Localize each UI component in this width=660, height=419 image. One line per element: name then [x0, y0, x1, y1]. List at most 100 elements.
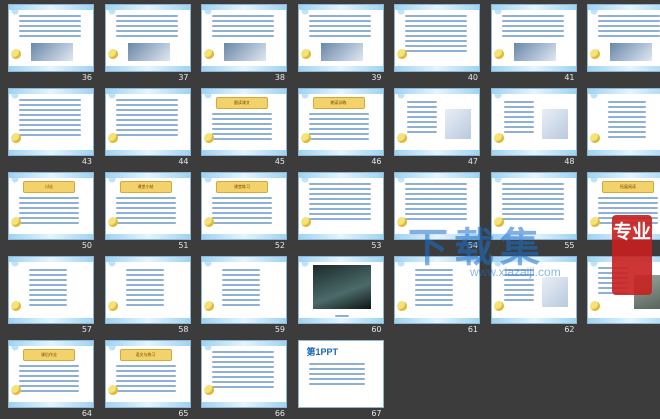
slide-text-line	[212, 202, 272, 204]
slide-thumbnail[interactable]: 66	[201, 340, 287, 419]
slide-thumbnail[interactable]: 63	[587, 256, 660, 335]
slide-bottom-band	[202, 66, 286, 71]
slide-top-band	[105, 257, 190, 262]
slide-top-band	[105, 173, 190, 178]
slide-text-line	[19, 114, 81, 116]
slide-text-line	[503, 274, 534, 276]
decoration-icon	[493, 301, 504, 311]
slide-text-line	[598, 30, 660, 32]
slide-text-line	[19, 25, 81, 27]
slide-thumbnail[interactable]: 41	[490, 4, 577, 83]
slide-text-line	[503, 284, 534, 286]
slide-thumbnail[interactable]: 42	[587, 4, 660, 83]
slide-thumbnail[interactable]: 57	[8, 256, 94, 335]
slide-text-line	[115, 99, 178, 101]
slide-thumbnail[interactable]: 40	[394, 4, 480, 83]
slide-text-line	[115, 109, 178, 111]
slide-text-line	[405, 20, 467, 22]
slide-picture	[541, 277, 568, 307]
slide-top-band	[202, 257, 286, 262]
slide-text-line	[503, 279, 534, 281]
slide-preview: 朗读训练	[297, 88, 384, 156]
slide-thumbnail[interactable]: 讨论 50	[8, 172, 94, 251]
slide-thumbnail[interactable]: 61	[394, 256, 480, 335]
slide-thumbnail[interactable]: 38	[201, 4, 287, 83]
slide-picture	[31, 43, 73, 61]
slide-top-band	[105, 5, 190, 10]
slide-text-line	[405, 35, 467, 37]
slide-thumbnail[interactable]: 语文与练习 65	[104, 340, 191, 419]
slide-bottom-band	[491, 234, 576, 239]
slide-thumbnail[interactable]: 54	[394, 172, 480, 251]
slide-text-line	[503, 269, 534, 271]
slide-bottom-band	[105, 150, 190, 155]
slide-text-line	[29, 269, 67, 271]
slide-text-line	[598, 267, 628, 269]
slide-thumbnail[interactable]: 49	[587, 88, 660, 167]
slide-number: 54	[467, 241, 478, 250]
decoration-icon	[11, 385, 21, 395]
slide-thumbnail[interactable]: 58	[104, 256, 191, 335]
slide-thumbnail[interactable]: 43	[8, 88, 94, 167]
slide-thumbnail[interactable]: 53	[297, 172, 384, 251]
slide-text-line	[598, 202, 658, 204]
slide-number: 55	[564, 241, 575, 250]
slide-thumbnail[interactable]: 第1PPT 67	[297, 340, 384, 419]
slide-text-line	[608, 126, 646, 128]
slide-thumbnail[interactable]: 课堂小结 51	[104, 172, 191, 251]
slide-text-line	[19, 124, 81, 126]
slide-preview	[8, 88, 94, 156]
slide-thumbnail[interactable]: 朗读训练 46	[297, 88, 384, 167]
decoration-icon	[493, 217, 504, 227]
slide-text-line	[29, 289, 67, 291]
slide-text-line	[503, 289, 534, 291]
slide-text-line	[212, 35, 274, 37]
slide-picture	[445, 109, 471, 139]
slide-bottom-band	[9, 234, 93, 239]
slide-thumbnail[interactable]: 44	[104, 88, 191, 167]
slide-thumbnail[interactable]: 39	[297, 4, 384, 83]
slide-thumbnail[interactable]: 课堂练习 52	[201, 172, 287, 251]
slide-text-line	[19, 197, 79, 199]
slide-text-line	[608, 111, 646, 113]
slide-text-line	[415, 304, 453, 306]
slide-preview	[394, 172, 480, 240]
slide-text-line	[29, 299, 67, 301]
slide-text-line	[503, 101, 534, 103]
slide-title-text: 课堂小结	[137, 184, 154, 189]
slide-thumbnail[interactable]: 60	[297, 256, 384, 335]
slide-text-line	[222, 284, 260, 286]
slide-thumbnail[interactable]: 拓展阅读56	[587, 172, 660, 251]
slide-thumbnail[interactable]: 36	[8, 4, 94, 83]
slide-text-line	[608, 106, 646, 108]
slide-text-line	[19, 129, 81, 131]
slide-text-line	[608, 136, 646, 138]
slide-bottom-band	[491, 66, 576, 71]
slide-thumbnail[interactable]: 跟读课文 45	[201, 88, 287, 167]
slide-text-line	[501, 20, 564, 22]
slide-thumbnail[interactable]: 课后作业 64	[8, 340, 94, 419]
slide-thumbnail[interactable]: 55	[490, 172, 577, 251]
slide-text-line	[19, 134, 81, 136]
slide-thumbnail[interactable]: 59	[201, 256, 287, 335]
slide-thumbnail[interactable]: 37	[104, 4, 191, 83]
slide-text-line	[115, 207, 176, 209]
slide-top-band	[491, 5, 576, 10]
decoration-icon	[204, 301, 214, 311]
slide-text-line	[503, 116, 534, 118]
slide-text-line	[115, 35, 178, 37]
slide-preview	[8, 4, 94, 72]
slide-preview: 课后作业	[8, 340, 94, 408]
slide-text-line	[212, 25, 274, 27]
slide-thumbnail[interactable]: 48	[490, 88, 577, 167]
slide-text-line	[308, 25, 371, 27]
decoration-icon	[300, 133, 311, 143]
decoration-icon	[493, 49, 504, 59]
slide-number: 38	[274, 73, 285, 82]
slide-thumbnail[interactable]: 62	[490, 256, 577, 335]
decoration-icon	[590, 49, 600, 59]
slide-text-line	[503, 299, 534, 301]
slide-number: 37	[178, 73, 189, 82]
slide-text-line	[115, 385, 176, 387]
slide-thumbnail[interactable]: 47	[394, 88, 480, 167]
